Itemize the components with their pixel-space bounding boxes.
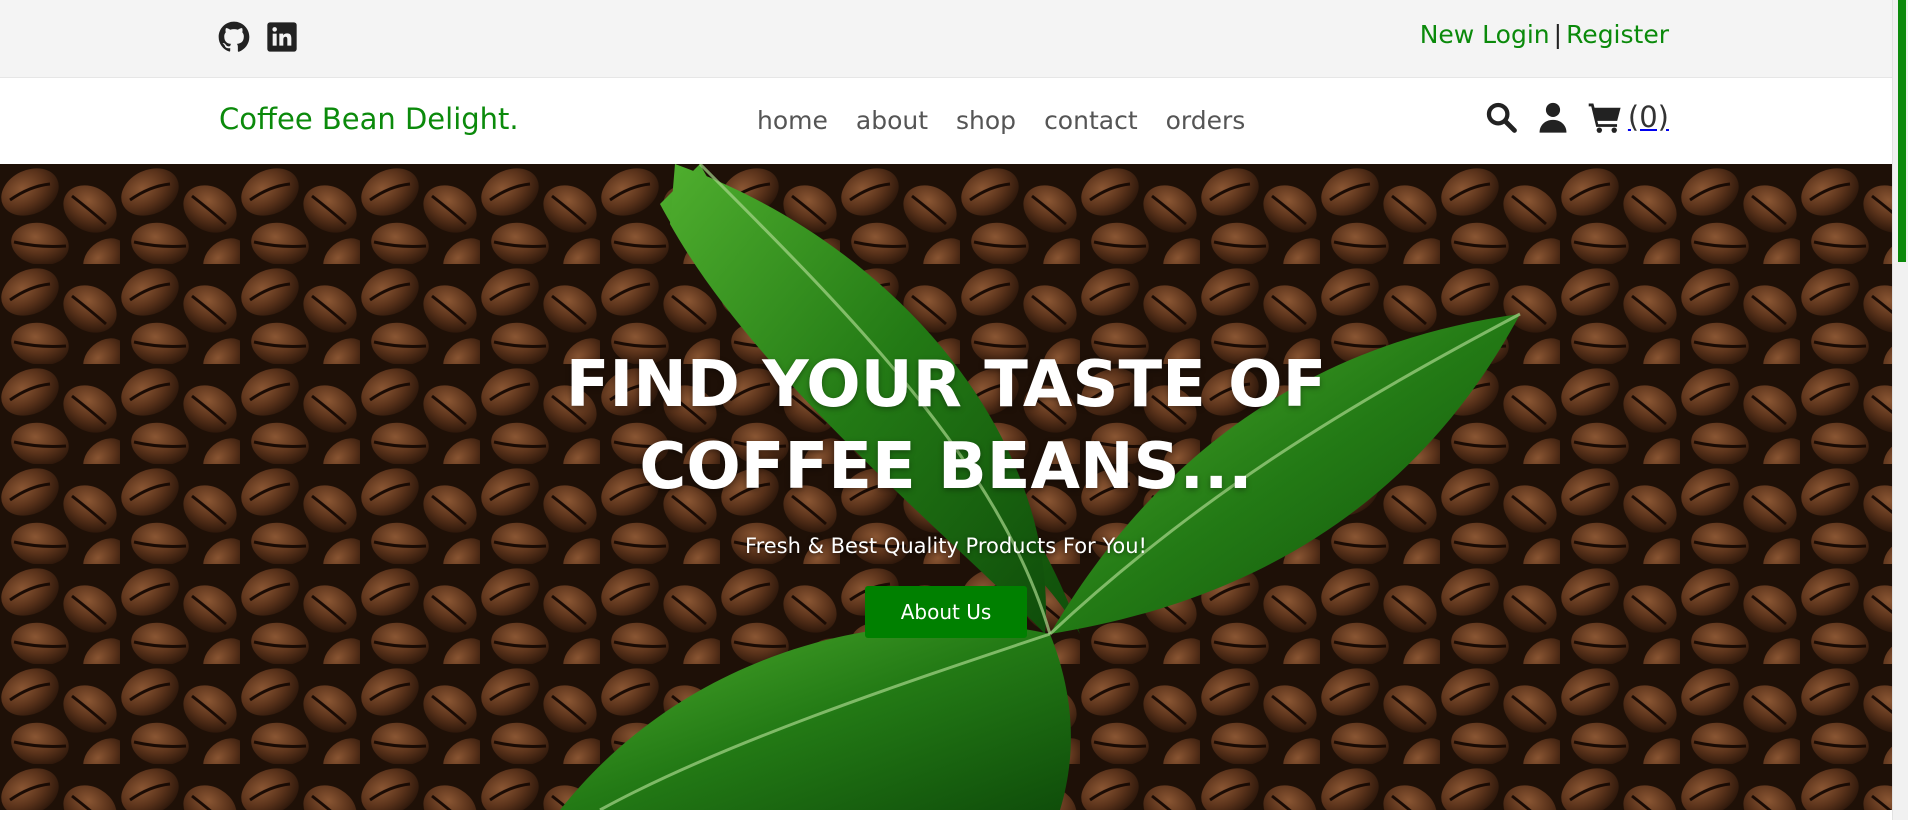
cart-icon-wrap bbox=[1588, 100, 1622, 134]
user-icon bbox=[1539, 102, 1567, 133]
site-logo[interactable]: Coffee Bean Delight. bbox=[219, 102, 519, 136]
hero-title-line2: COFFEE BEANS... bbox=[639, 430, 1253, 504]
scrollbar-thumb[interactable] bbox=[1898, 0, 1906, 262]
hero-banner: FIND YOUR TASTE OF COFFEE BEANS... Fresh… bbox=[0, 164, 1892, 810]
cart-button[interactable]: (0) bbox=[1588, 100, 1669, 134]
hero-subtitle: Fresh & Best Quality Products For You! bbox=[745, 534, 1147, 558]
header-icons: (0) bbox=[1484, 100, 1669, 134]
nav-home[interactable]: home bbox=[757, 106, 828, 135]
hero-content: FIND YOUR TASTE OF COFFEE BEANS... Fresh… bbox=[0, 344, 1892, 638]
nav-orders[interactable]: orders bbox=[1166, 106, 1246, 135]
register-link[interactable]: Register bbox=[1566, 20, 1669, 49]
hero-title: FIND YOUR TASTE OF COFFEE BEANS... bbox=[0, 344, 1892, 508]
linkedin-link[interactable] bbox=[266, 21, 298, 53]
github-icon bbox=[218, 21, 250, 52]
linkedin-icon bbox=[267, 22, 297, 52]
new-login-link[interactable]: New Login bbox=[1420, 20, 1550, 49]
cart-count: (0) bbox=[1627, 100, 1669, 134]
nav-contact[interactable]: contact bbox=[1044, 106, 1138, 135]
search-icon bbox=[1486, 102, 1517, 133]
page-scrollbar[interactable] bbox=[1892, 0, 1908, 820]
cart-icon bbox=[1588, 103, 1621, 133]
user-button[interactable] bbox=[1536, 100, 1570, 134]
page-bottom-strip bbox=[0, 810, 1892, 820]
main-nav: home about shop contact orders bbox=[757, 106, 1245, 135]
nav-about[interactable]: about bbox=[856, 106, 928, 135]
auth-separator: | bbox=[1553, 20, 1563, 49]
main-header: Coffee Bean Delight. home about shop con… bbox=[0, 78, 1892, 164]
auth-links: New Login | Register bbox=[1420, 20, 1669, 49]
hero-title-line1: FIND YOUR TASTE OF bbox=[565, 348, 1327, 422]
search-button[interactable] bbox=[1484, 100, 1518, 134]
github-link[interactable] bbox=[218, 21, 250, 53]
social-links bbox=[218, 21, 298, 53]
nav-shop[interactable]: shop bbox=[956, 106, 1016, 135]
about-us-button[interactable]: About Us bbox=[864, 586, 1028, 638]
topbar: New Login | Register bbox=[0, 0, 1892, 78]
